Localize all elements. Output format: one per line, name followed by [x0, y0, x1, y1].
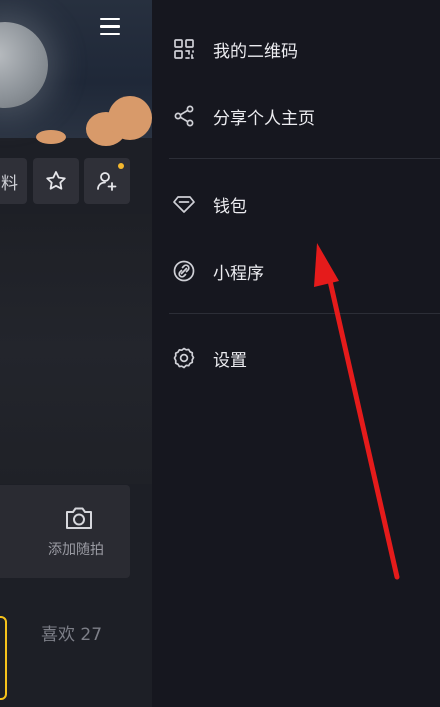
annotation-arrow	[314, 243, 400, 580]
